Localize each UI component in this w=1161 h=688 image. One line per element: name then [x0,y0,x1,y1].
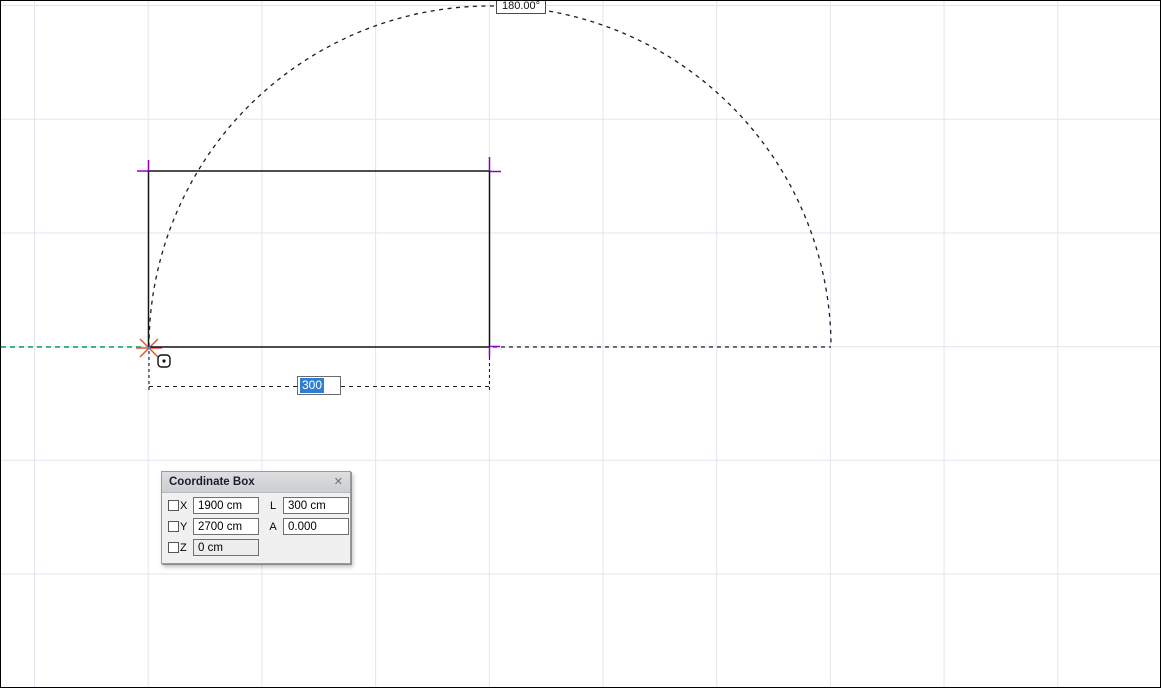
coordinate-row-x: X L [168,495,350,516]
z-axis-label: Z [180,541,187,554]
dimension-tracker-value: 300 [300,378,325,393]
close-icon[interactable]: ✕ [334,476,343,488]
palette-title: Coordinate Box [169,476,255,488]
drawing-layer [1,1,1160,687]
coordinate-row-y: Y A [168,516,350,537]
dimension-tracker-input[interactable]: 300 [297,376,341,395]
length-label: L [269,499,277,512]
snap-point-dot [147,346,151,350]
x-lock-checkbox[interactable] [168,500,179,511]
grid-background [1,1,1160,687]
z-lock-checkbox[interactable] [168,542,179,553]
angle-readout-value: 180.00° [502,0,541,12]
coordinate-row-z: Z [168,537,350,558]
angle-label: A [269,520,277,533]
cursor-origin-icon [157,354,171,368]
z-value-field[interactable] [193,539,259,556]
angle-value-field[interactable] [283,518,349,535]
y-axis-label: Y [180,520,188,533]
length-value-field[interactable] [283,497,349,514]
palette-body: X L Y A Z [162,493,350,563]
y-lock-checkbox[interactable] [168,521,179,532]
coordinate-box-palette[interactable]: Coordinate Box ✕ X L Y A Z [161,471,351,564]
x-value-field[interactable] [193,497,259,514]
angle-readout: 180.00° [496,0,547,14]
y-value-field[interactable] [193,518,259,535]
x-axis-label: X [180,499,188,512]
drawing-canvas[interactable]: 180.00° 300 Coordinate Box ✕ X L Y A [0,0,1161,688]
palette-title-bar[interactable]: Coordinate Box ✕ [162,472,350,493]
